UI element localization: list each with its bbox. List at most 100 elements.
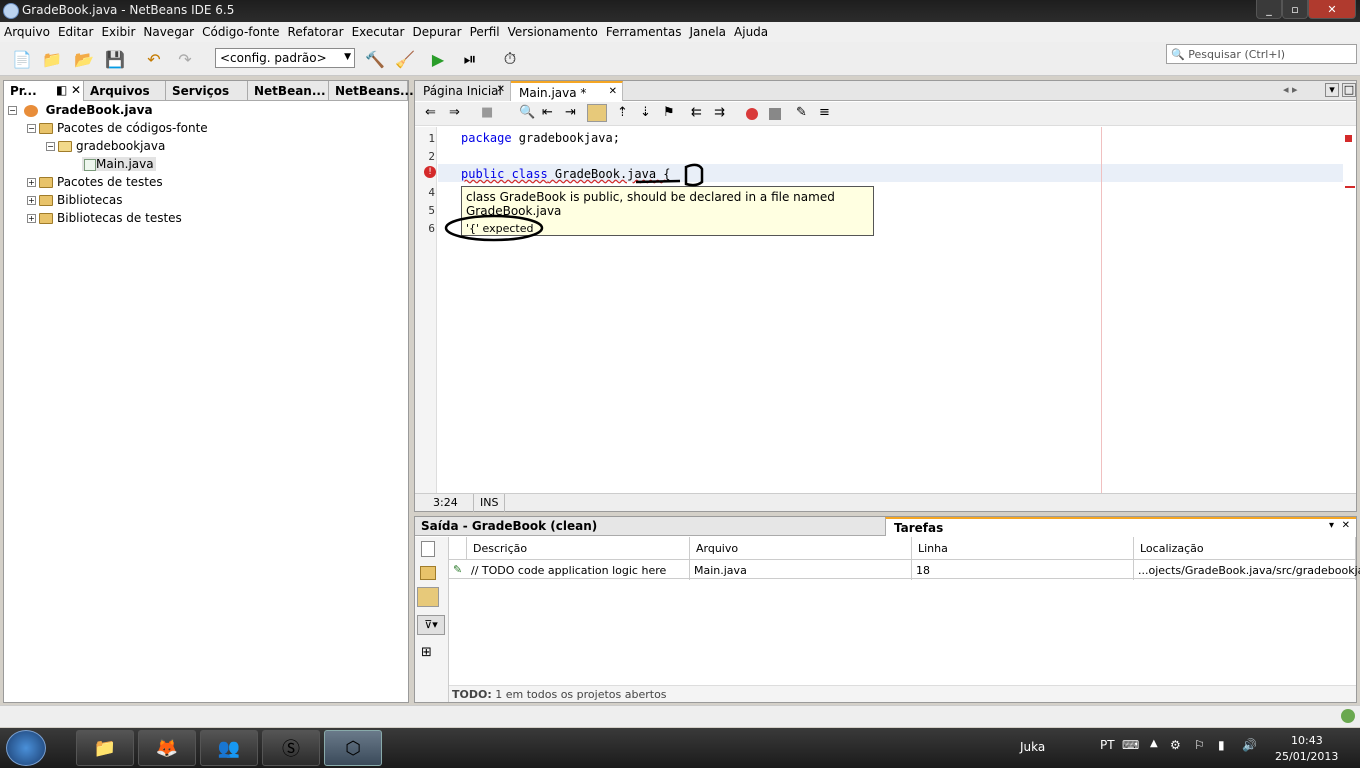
scroll-tabs-icon[interactable]: ◂ ▸ — [1283, 83, 1298, 96]
skype-icon[interactable]: Ⓢ — [262, 730, 320, 766]
filter-icon[interactable]: ⊽▾ — [417, 615, 445, 635]
tree-item-test-libs[interactable]: + Bibliotecas de testes — [27, 211, 182, 225]
history-icon[interactable]: ■ — [481, 105, 493, 120]
clock-date[interactable]: 25/01/2013 — [1275, 750, 1338, 763]
find-icon[interactable]: 🔍 — [519, 105, 535, 120]
current-project-icon[interactable] — [420, 566, 436, 580]
tab-saida[interactable]: Saída - GradeBook (clean) — [415, 517, 885, 536]
collapse-icon[interactable]: − — [27, 124, 36, 133]
code-line-1[interactable]: package gradebookjava; — [461, 131, 620, 145]
menu-codigo-fonte[interactable]: Código-fonte — [198, 25, 283, 39]
tray-icon[interactable]: ⚙ — [1170, 738, 1181, 752]
uncomment-icon[interactable]: ≡ — [819, 105, 830, 120]
tree-item-main[interactable]: Main.java — [82, 157, 156, 171]
column-arquivo[interactable]: Arquivo — [690, 537, 912, 559]
error-stripe-marker[interactable] — [1345, 135, 1352, 142]
minimize-button[interactable]: _ — [1256, 0, 1282, 19]
menu-depurar[interactable]: Depurar — [408, 25, 465, 39]
error-icon[interactable]: ! — [424, 166, 436, 178]
expand-icon[interactable]: + — [27, 214, 36, 223]
find-next-icon[interactable]: ⇥ — [565, 105, 576, 120]
close-icon[interactable]: ✕ — [71, 83, 81, 97]
group-icon[interactable]: ⊞ — [421, 645, 432, 660]
collapse-icon[interactable]: − — [46, 142, 55, 151]
tree-item-package[interactable]: − gradebookjava — [46, 139, 165, 153]
menu-perfil[interactable]: Perfil — [466, 25, 504, 39]
toggle-highlight-icon[interactable] — [587, 104, 607, 122]
close-button[interactable]: ✕ — [1308, 0, 1356, 19]
table-row[interactable]: ✎ // TODO code application logic here Ma… — [449, 559, 1360, 580]
build-icon[interactable]: 🔨 — [363, 47, 387, 71]
expand-icon[interactable]: + — [27, 178, 36, 187]
minimize-icon[interactable]: ◧ — [56, 83, 67, 97]
menu-editar[interactable]: Editar — [54, 25, 98, 39]
menu-executar[interactable]: Executar — [348, 25, 409, 39]
current-file-icon[interactable] — [421, 541, 435, 557]
all-projects-icon[interactable] — [417, 587, 439, 607]
expand-icon[interactable]: + — [27, 196, 36, 205]
next-bookmark-icon[interactable]: ⇣ — [640, 105, 651, 120]
netbeans-taskbar-icon[interactable]: ⬡ — [324, 730, 382, 766]
find-previous-icon[interactable]: ⇤ — [542, 105, 553, 120]
back-icon[interactable]: ⇐ — [425, 105, 436, 120]
user-name[interactable]: Juka — [1020, 740, 1045, 754]
collapse-icon[interactable]: − — [8, 106, 17, 115]
run-icon[interactable]: ▶ — [426, 47, 450, 71]
show-hidden-icons-icon[interactable]: ▲ — [1150, 738, 1158, 749]
save-all-icon[interactable]: 💾 — [103, 47, 127, 71]
tab-servicos[interactable]: Serviços — [166, 81, 248, 101]
search-input[interactable]: 🔍 Pesquisar (Ctrl+I) — [1166, 44, 1357, 64]
volume-icon[interactable]: 🔊 — [1242, 738, 1257, 752]
firefox-icon[interactable]: 🦊 — [138, 730, 196, 766]
menu-ferramentas[interactable]: Ferramentas — [602, 25, 686, 39]
column-localizacao[interactable]: Localização — [1134, 537, 1356, 559]
menu-ajuda[interactable]: Ajuda — [730, 25, 772, 39]
menu-exibir[interactable]: Exibir — [97, 25, 139, 39]
tab-netbeans-2[interactable]: NetBeans... — [329, 81, 414, 101]
minimize-icon[interactable]: ▾ — [1329, 520, 1334, 531]
menu-arquivo[interactable]: Arquivo — [0, 25, 54, 39]
tree-root[interactable]: − GradeBook.java — [8, 103, 153, 117]
error-stripe-marker[interactable] — [1345, 186, 1355, 188]
tab-tarefas[interactable]: Tarefas ▾ ✕ — [885, 517, 1356, 536]
forward-icon[interactable]: ⇒ — [449, 105, 460, 120]
menu-janela[interactable]: Janela — [685, 25, 730, 39]
redo-icon[interactable]: ↷ — [173, 47, 197, 71]
shift-right-icon[interactable]: ⇉ — [714, 105, 725, 120]
keyboard-icon[interactable]: ⌨ — [1122, 738, 1139, 752]
new-project-icon[interactable]: 📁 — [40, 47, 64, 71]
flag-icon[interactable]: ⚐ — [1194, 738, 1205, 752]
tab-list-icon[interactable]: ▾ — [1325, 83, 1339, 97]
tree-item-tests[interactable]: + Pacotes de testes — [27, 175, 163, 189]
menu-navegar[interactable]: Navegar — [139, 25, 198, 39]
stop-macro-icon[interactable] — [769, 108, 781, 120]
clock-time[interactable]: 10:43 — [1291, 734, 1323, 747]
prev-bookmark-icon[interactable]: ⇡ — [617, 105, 628, 120]
update-icon[interactable] — [1341, 709, 1355, 723]
shift-left-icon[interactable]: ⇇ — [691, 105, 702, 120]
config-select[interactable]: <config. padrão> ▼ — [215, 48, 355, 68]
tab-pagina-inicial[interactable]: Página Inicial ✕ — [415, 81, 511, 101]
close-icon[interactable]: ✕ — [609, 86, 617, 97]
tree-item-src[interactable]: − Pacotes de códigos-fonte — [27, 121, 208, 135]
close-icon[interactable]: ✕ — [497, 84, 505, 95]
tab-projects[interactable]: Pr... ◧ ✕ — [4, 81, 84, 101]
profile-icon[interactable]: ⏱ — [498, 47, 522, 71]
maximize-button[interactable]: ▫ — [1282, 0, 1308, 19]
column-descricao[interactable]: Descrição — [467, 537, 690, 559]
tab-netbeans-1[interactable]: NetBean... — [248, 81, 329, 101]
start-button[interactable] — [6, 730, 46, 766]
language-indicator[interactable]: PT — [1100, 738, 1115, 752]
new-file-icon[interactable]: 📄 — [10, 47, 34, 71]
comment-icon[interactable]: ✎ — [796, 105, 807, 120]
clean-build-icon[interactable]: 🧹 — [393, 47, 417, 71]
network-icon[interactable]: ▮ — [1218, 738, 1225, 752]
menu-versionamento[interactable]: Versionamento — [504, 25, 602, 39]
tab-main-java[interactable]: Main.java * ✕ — [511, 81, 623, 101]
debug-icon[interactable]: ⏯ — [458, 47, 482, 71]
tab-arquivos[interactable]: Arquivos — [84, 81, 166, 101]
maximize-editor-icon[interactable]: □ — [1342, 83, 1356, 97]
open-project-icon[interactable]: 📂 — [72, 47, 96, 71]
menu-refatorar[interactable]: Refatorar — [284, 25, 348, 39]
column-linha[interactable]: Linha — [912, 537, 1134, 559]
